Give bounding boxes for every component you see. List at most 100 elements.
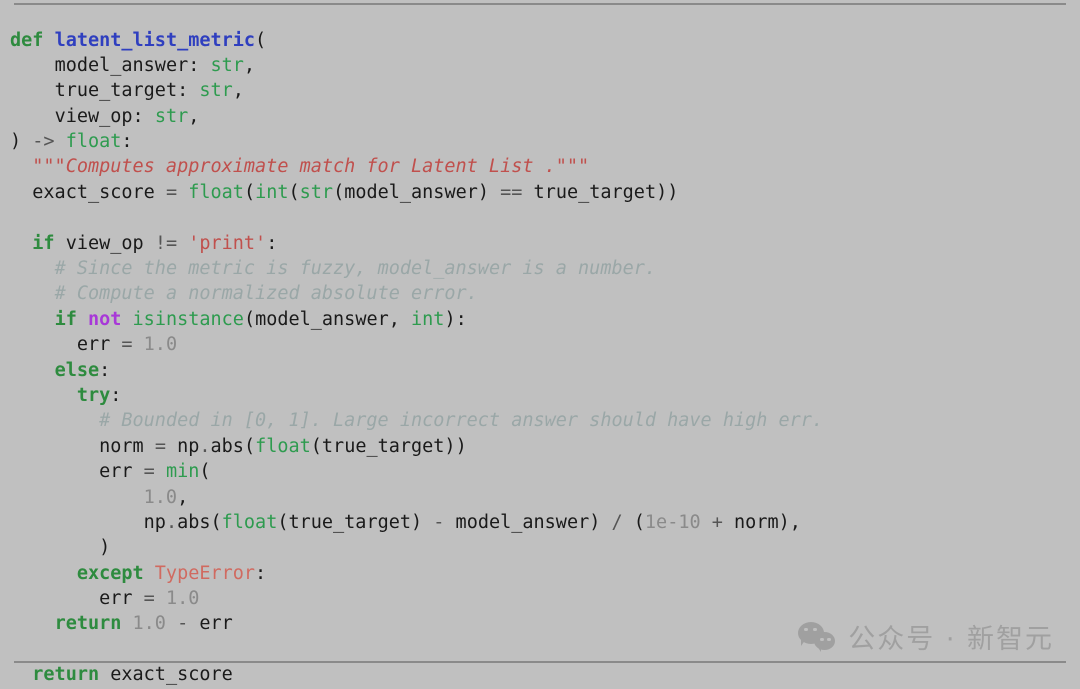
type-str: str xyxy=(154,105,189,127)
punctuation: , xyxy=(177,486,189,508)
parameter-view-op: view_op xyxy=(54,105,133,127)
variable-err: err xyxy=(99,588,133,610)
minus-operator: - xyxy=(433,511,445,533)
keyword-if: if xyxy=(32,232,55,254)
punctuation: norm), xyxy=(722,511,801,533)
punctuation: ( xyxy=(255,29,267,51)
variable-err: err xyxy=(76,334,111,356)
assign-operator: = xyxy=(143,588,155,610)
arrow-operator: -> xyxy=(32,131,55,153)
comment: # Compute a normalized absolute error. xyxy=(54,283,478,305)
keyword-else: else xyxy=(54,359,100,381)
code-screenshot: def latent_list_metric( model_answer: st… xyxy=(0,0,1080,689)
punctuation: ) xyxy=(99,537,111,559)
code-line: # Compute a normalized absolute error. xyxy=(10,281,1080,306)
top-divider xyxy=(14,3,1066,5)
keyword-except: except xyxy=(76,562,144,584)
assign-operator: = xyxy=(154,435,166,457)
equality-operator: == xyxy=(500,181,523,203)
punctuation: ( xyxy=(243,181,256,203)
builtin-int: int xyxy=(411,308,445,330)
code-line: ) -> float: xyxy=(10,129,1080,154)
code-line: except TypeError: xyxy=(10,561,1080,586)
code-line: view_op: str, xyxy=(10,104,1080,129)
keyword-if: if xyxy=(54,308,77,330)
punctuation: : xyxy=(188,54,211,76)
method-abs: abs xyxy=(177,511,211,533)
punctuation: ( xyxy=(243,435,256,457)
assign-operator: = xyxy=(121,334,133,356)
punctuation: : xyxy=(110,384,122,406)
punctuation: ( xyxy=(199,461,211,483)
builtin-str: str xyxy=(299,181,334,203)
variable-view-op: view_op xyxy=(65,232,144,254)
assign-operator: = xyxy=(143,461,155,483)
variable-err: err xyxy=(99,461,133,483)
variable-exact-score: exact_score xyxy=(110,664,233,686)
code-line: np.abs(float(true_target) - model_answer… xyxy=(10,510,1080,535)
exception-typeerror: TypeError xyxy=(154,562,256,584)
variable-exact-score: exact_score xyxy=(32,181,155,203)
code-line: err = 1.0 xyxy=(10,586,1080,611)
code-line: exact_score = float(int(str(model_answer… xyxy=(10,180,1080,205)
comment: # Since the metric is fuzzy, model_answe… xyxy=(54,258,657,280)
keyword-try: try xyxy=(76,384,111,406)
docstring: """Computes approximate match for Latent… xyxy=(32,156,590,178)
string-print: 'print' xyxy=(188,232,267,254)
plus-operator: + xyxy=(711,511,723,533)
keyword-not: not xyxy=(87,308,122,330)
code-line: try: xyxy=(10,383,1080,408)
function-name: latent_list_metric xyxy=(54,29,256,51)
variable-err: err xyxy=(199,613,233,635)
builtin-min: min xyxy=(165,461,200,483)
module-np: np xyxy=(143,511,166,533)
type-str: str xyxy=(199,80,233,102)
keyword-return: return xyxy=(32,664,100,686)
number-literal: 1.0 xyxy=(132,613,166,635)
code-line: if view_op != 'print': xyxy=(10,231,1080,256)
punctuation: ( xyxy=(622,511,645,533)
minus-operator: - xyxy=(177,613,189,635)
number-literal: 1.0 xyxy=(165,588,200,610)
punctuation: : xyxy=(177,80,200,102)
comment: # Bounded in [0, 1]. Large incorrect ans… xyxy=(99,410,824,432)
punctuation: ) xyxy=(10,131,33,153)
not-equal-operator: != xyxy=(154,232,178,254)
wechat-icon xyxy=(798,620,838,654)
code-line: 1.0, xyxy=(10,485,1080,510)
punctuation: : xyxy=(99,359,111,381)
divide-operator: / xyxy=(611,511,623,533)
builtin-int: int xyxy=(255,181,289,203)
code-line: """Computes approximate match for Latent… xyxy=(10,154,1080,179)
punctuation: (model_answer) xyxy=(333,181,501,203)
punctuation: , xyxy=(243,54,256,76)
code-line: err = 1.0 xyxy=(10,332,1080,357)
punctuation: , xyxy=(188,105,200,127)
builtin-isinstance: isinstance xyxy=(132,308,244,330)
type-str: str xyxy=(210,54,244,76)
code-block: def latent_list_metric( model_answer: st… xyxy=(10,28,1080,688)
punctuation: : xyxy=(132,105,155,127)
code-line: model_answer: str, xyxy=(10,53,1080,78)
code-line: else: xyxy=(10,358,1080,383)
keyword-return: return xyxy=(54,613,122,635)
watermark-text: 公众号 · 新智元 xyxy=(848,624,1054,655)
punctuation: ( xyxy=(210,511,222,533)
keyword-def: def xyxy=(10,29,44,51)
punctuation: (true_target)) xyxy=(310,435,467,457)
punctuation: (true_target) xyxy=(277,511,434,533)
assign-operator: = xyxy=(165,181,178,203)
builtin-float: float xyxy=(188,181,244,203)
code-line: if not isinstance(model_answer, int): xyxy=(10,307,1080,332)
bottom-divider xyxy=(14,661,1066,663)
punctuation: : xyxy=(266,232,278,254)
punctuation: (model_answer, xyxy=(243,308,412,330)
module-np: np xyxy=(177,435,200,457)
method-abs: abs xyxy=(210,435,244,457)
code-line: # Since the metric is fuzzy, model_answe… xyxy=(10,256,1080,281)
punctuation: ( xyxy=(288,181,300,203)
code-line: def latent_list_metric( xyxy=(10,28,1080,53)
code-line: err = min( xyxy=(10,459,1080,484)
watermark: 公众号 · 新智元 xyxy=(798,617,1054,656)
